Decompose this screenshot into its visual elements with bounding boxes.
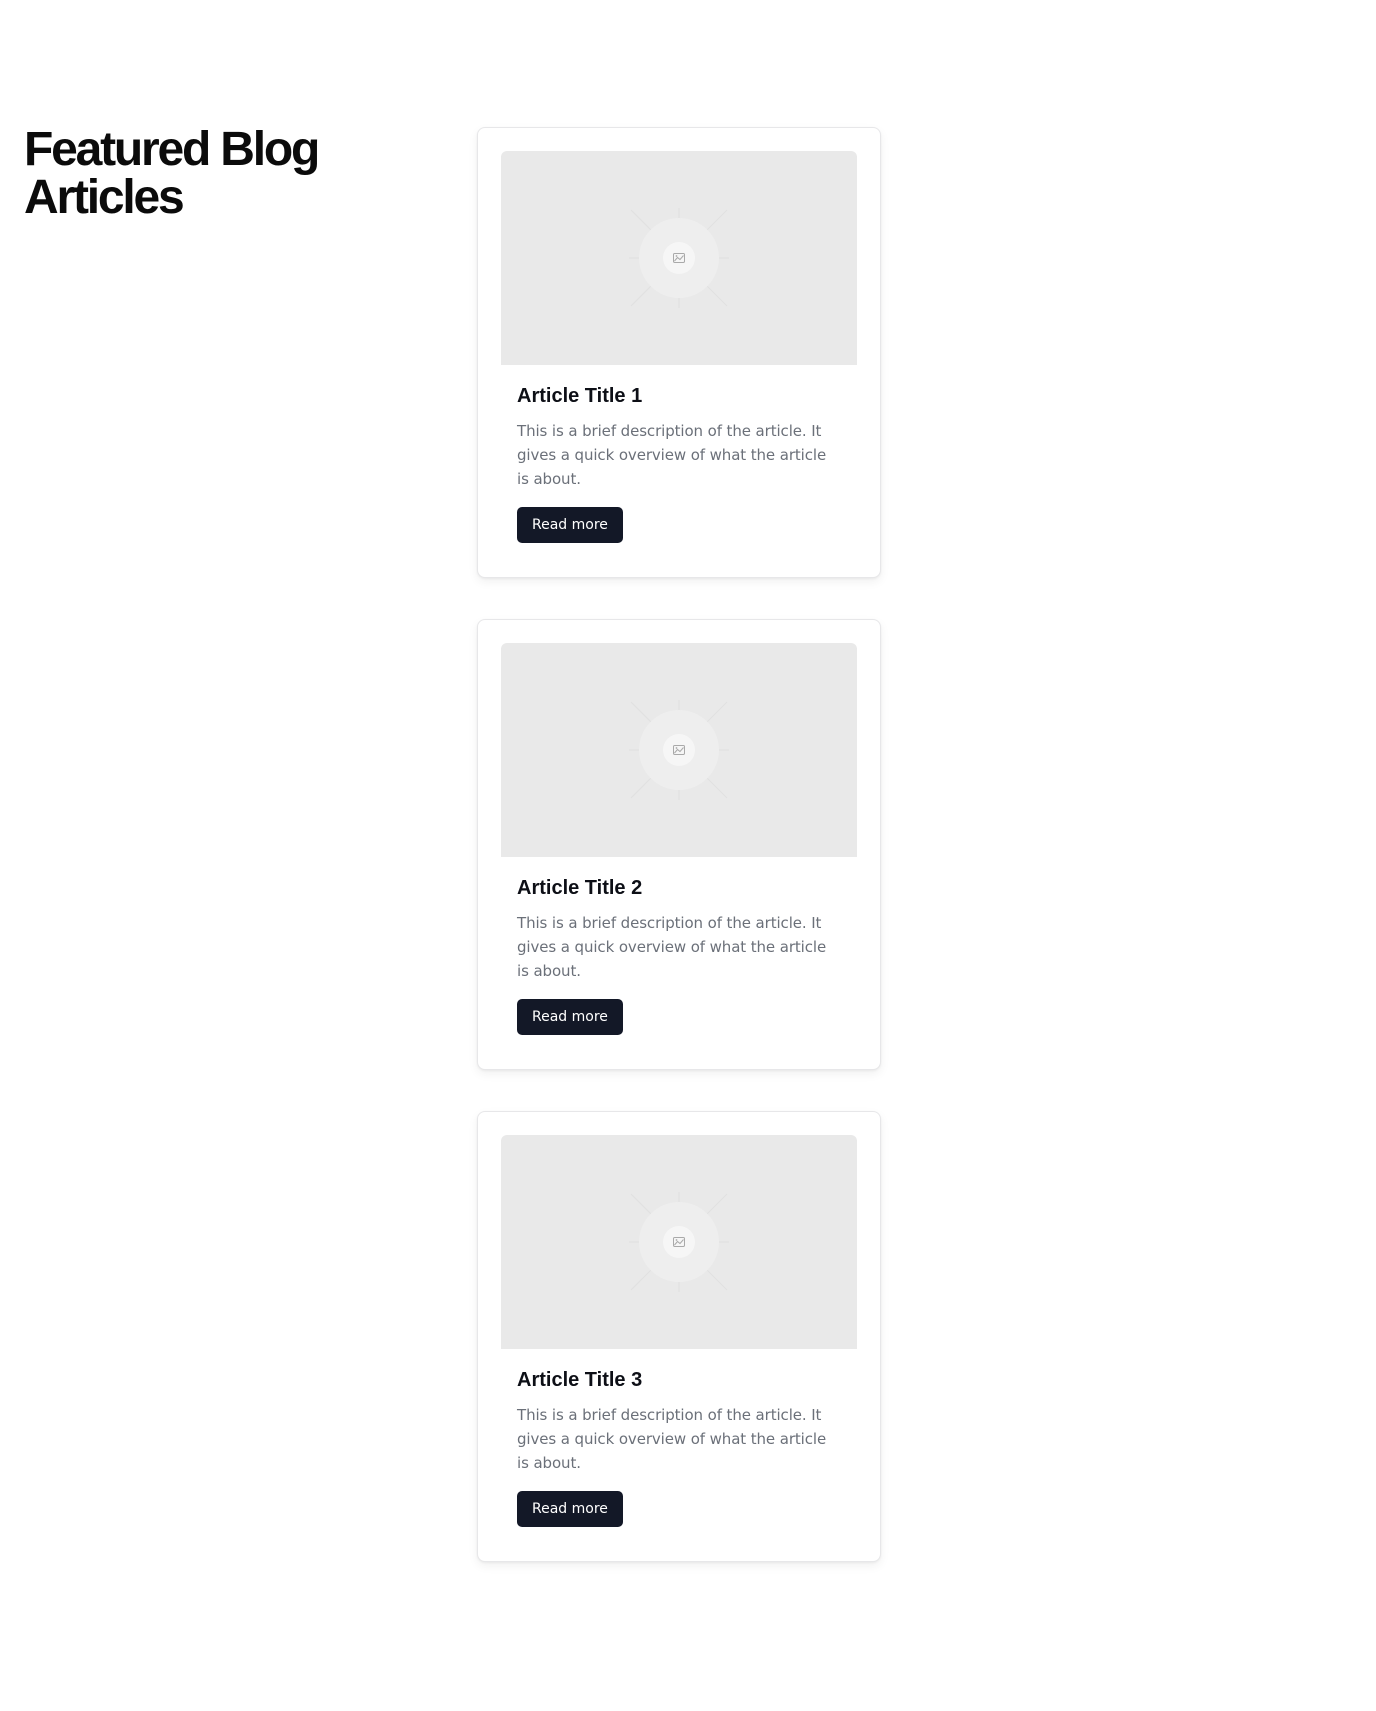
read-more-button[interactable]: Read more — [517, 507, 623, 543]
page: Featured Blog Articles Article Title 1 T… — [0, 0, 1376, 1711]
article-card: Article Title 3 This is a brief descript… — [477, 1111, 881, 1562]
article-description: This is a brief description of the artic… — [517, 422, 827, 488]
article-image — [501, 1135, 857, 1349]
article-title: Article Title 3 — [517, 1369, 643, 1391]
article-image — [501, 643, 857, 857]
article-description: This is a brief description of the artic… — [517, 914, 827, 980]
read-more-button[interactable]: Read more — [517, 1491, 623, 1527]
article-title: Article Title 2 — [517, 877, 643, 899]
article-description: This is a brief description of the artic… — [517, 1406, 827, 1472]
article-card: Article Title 2 This is a brief descript… — [477, 619, 881, 1070]
article-image — [501, 151, 857, 365]
article-title: Article Title 1 — [517, 385, 643, 407]
page-title: Featured Blog Articles — [24, 123, 320, 224]
read-more-button[interactable]: Read more — [517, 999, 623, 1035]
image-placeholder-icon — [629, 700, 729, 800]
image-placeholder-icon — [629, 1192, 729, 1292]
article-card: Article Title 1 This is a brief descript… — [477, 127, 881, 578]
article-list: Article Title 1 This is a brief descript… — [477, 127, 881, 1603]
image-placeholder-icon — [629, 208, 729, 308]
